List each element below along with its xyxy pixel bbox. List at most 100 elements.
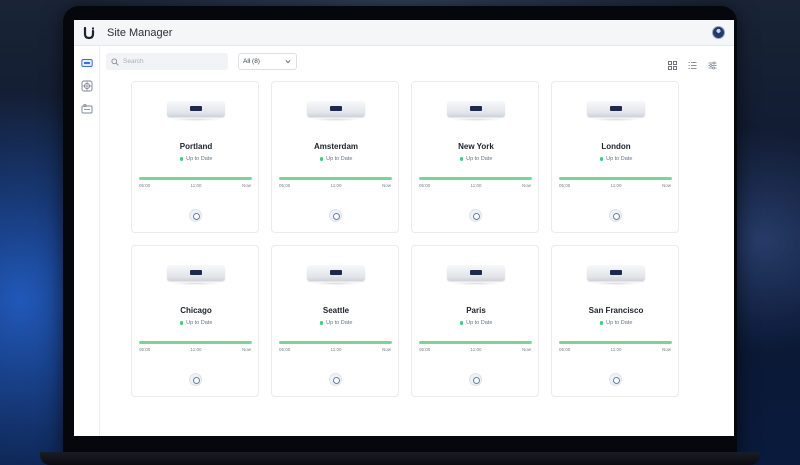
site-status: Up to Date <box>552 156 680 162</box>
gateway-device-image <box>447 101 505 117</box>
site-name: Chicago <box>180 306 212 315</box>
site-details-icon[interactable] <box>609 209 622 222</box>
timeline-tick: 11:00 <box>190 183 202 188</box>
site-card[interactable]: Seattle Up to Date 05:00 11:00 Now <box>271 245 399 397</box>
site-status: Up to Date <box>272 320 400 326</box>
site-card[interactable]: Paris Up to Date 05:00 11:00 Now <box>411 245 539 397</box>
device-shadow <box>591 282 641 285</box>
site-details-icon[interactable] <box>329 373 342 386</box>
ubiquiti-logo-icon[interactable] <box>82 26 96 40</box>
uptime-bar-fill <box>279 177 392 180</box>
timeline-tick: Now <box>661 347 671 352</box>
timeline-tick: 11:00 <box>190 347 202 352</box>
uptime-bar-fill <box>279 341 392 344</box>
status-dot-icon <box>459 321 464 325</box>
top-bar: Site Manager <box>74 20 734 46</box>
chevron-down-icon <box>285 59 291 66</box>
uptime-bar-fill <box>139 177 252 180</box>
uptime-bar <box>419 341 532 344</box>
uptime-bar-fill <box>559 177 672 180</box>
filter-settings-icon[interactable] <box>708 57 717 70</box>
status-dot-icon <box>599 157 604 161</box>
search-icon <box>111 57 119 66</box>
uptime-bar-fill <box>419 341 532 344</box>
uptime-bar <box>279 341 392 344</box>
site-details-icon[interactable] <box>189 209 202 222</box>
uptime-bar-fill <box>559 341 672 344</box>
site-name: New York <box>458 142 494 151</box>
site-details-icon[interactable] <box>189 373 202 386</box>
status-dot-icon <box>179 157 184 161</box>
site-card[interactable]: Chicago Up to Date 05:00 11:00 Now <box>131 245 259 397</box>
status-dot-icon <box>599 321 604 325</box>
gateway-device-image <box>167 265 225 281</box>
uptime-bar <box>279 177 392 180</box>
device-shadow <box>311 118 361 121</box>
site-name: Portland <box>179 142 213 151</box>
site-card[interactable]: San Francisco Up to Date 05:00 11:00 Now <box>551 245 679 397</box>
site-status: Up to Date <box>132 320 260 326</box>
list-view-icon[interactable] <box>688 57 697 69</box>
site-name: Seattle <box>322 306 350 315</box>
app-window: Site Manager Search All (8) Portland Up … <box>74 20 734 436</box>
search-input[interactable] <box>123 58 223 65</box>
site-status-text: Up to Date <box>466 156 493 162</box>
status-dot-icon <box>319 157 324 161</box>
site-status-text: Up to Date <box>606 320 633 326</box>
timeline-tick: Now <box>381 347 391 352</box>
site-status: Up to Date <box>412 156 540 162</box>
timeline-tick: Now <box>521 347 531 352</box>
timeline-tick: Now <box>241 347 251 352</box>
site-card[interactable]: Portland Up to Date 05:00 11:00 Now <box>131 81 259 233</box>
site-status-text: Up to Date <box>186 320 213 326</box>
gateway-device-image <box>587 265 645 281</box>
timeline-tick: 11:00 <box>470 347 482 352</box>
site-status: Up to Date <box>552 320 680 326</box>
site-card[interactable]: New York Up to Date 05:00 11:00 Now <box>411 81 539 233</box>
uptime-bar-fill <box>419 177 532 180</box>
site-details-icon[interactable] <box>469 373 482 386</box>
gateway-device-image <box>447 265 505 281</box>
timeline-tick: 11:00 <box>610 347 622 352</box>
target-icon[interactable] <box>81 79 93 92</box>
timeline-tick: 11:00 <box>470 183 482 188</box>
site-status: Up to Date <box>272 156 400 162</box>
timeline-tick: 11:00 <box>610 183 622 188</box>
avatar[interactable] <box>712 26 725 39</box>
site-details-icon[interactable] <box>469 209 482 222</box>
sidebar <box>74 46 100 436</box>
timeline-tick: 11:00 <box>330 347 342 352</box>
site-status: Up to Date <box>132 156 260 162</box>
site-card[interactable]: Amsterdam Up to Date 05:00 11:00 Now <box>271 81 399 233</box>
site-name: London <box>601 142 631 151</box>
uptime-bar <box>559 341 672 344</box>
status-dot-icon <box>459 157 464 161</box>
sites-icon[interactable] <box>81 56 93 68</box>
uptime-bar <box>139 341 252 344</box>
search-box[interactable] <box>106 53 228 70</box>
timeline-tick: 11:00 <box>330 183 342 188</box>
site-name: Amsterdam <box>313 142 358 151</box>
device-shadow <box>451 118 501 121</box>
site-filter-dropdown[interactable]: All (8) <box>238 53 297 70</box>
site-details-icon[interactable] <box>329 209 342 222</box>
gateway-device-image <box>307 265 365 281</box>
site-status-text: Up to Date <box>466 320 493 326</box>
laptop-base <box>40 452 760 465</box>
site-name: San Francisco <box>588 306 644 315</box>
uptime-bar <box>559 177 672 180</box>
uptime-bar-fill <box>139 341 252 344</box>
device-shadow <box>171 282 221 285</box>
gateway-device-image <box>587 101 645 117</box>
grid-view-icon[interactable] <box>668 57 677 70</box>
device-shadow <box>171 118 221 121</box>
timeline-tick: Now <box>661 183 671 188</box>
site-details-icon[interactable] <box>609 373 622 386</box>
uptime-bar <box>139 177 252 180</box>
app-title: Site Manager <box>107 26 173 39</box>
status-dot-icon <box>319 321 324 325</box>
devices-icon[interactable] <box>81 102 93 114</box>
uptime-bar <box>419 177 532 180</box>
device-shadow <box>591 118 641 121</box>
site-card[interactable]: London Up to Date 05:00 11:00 Now <box>551 81 679 233</box>
